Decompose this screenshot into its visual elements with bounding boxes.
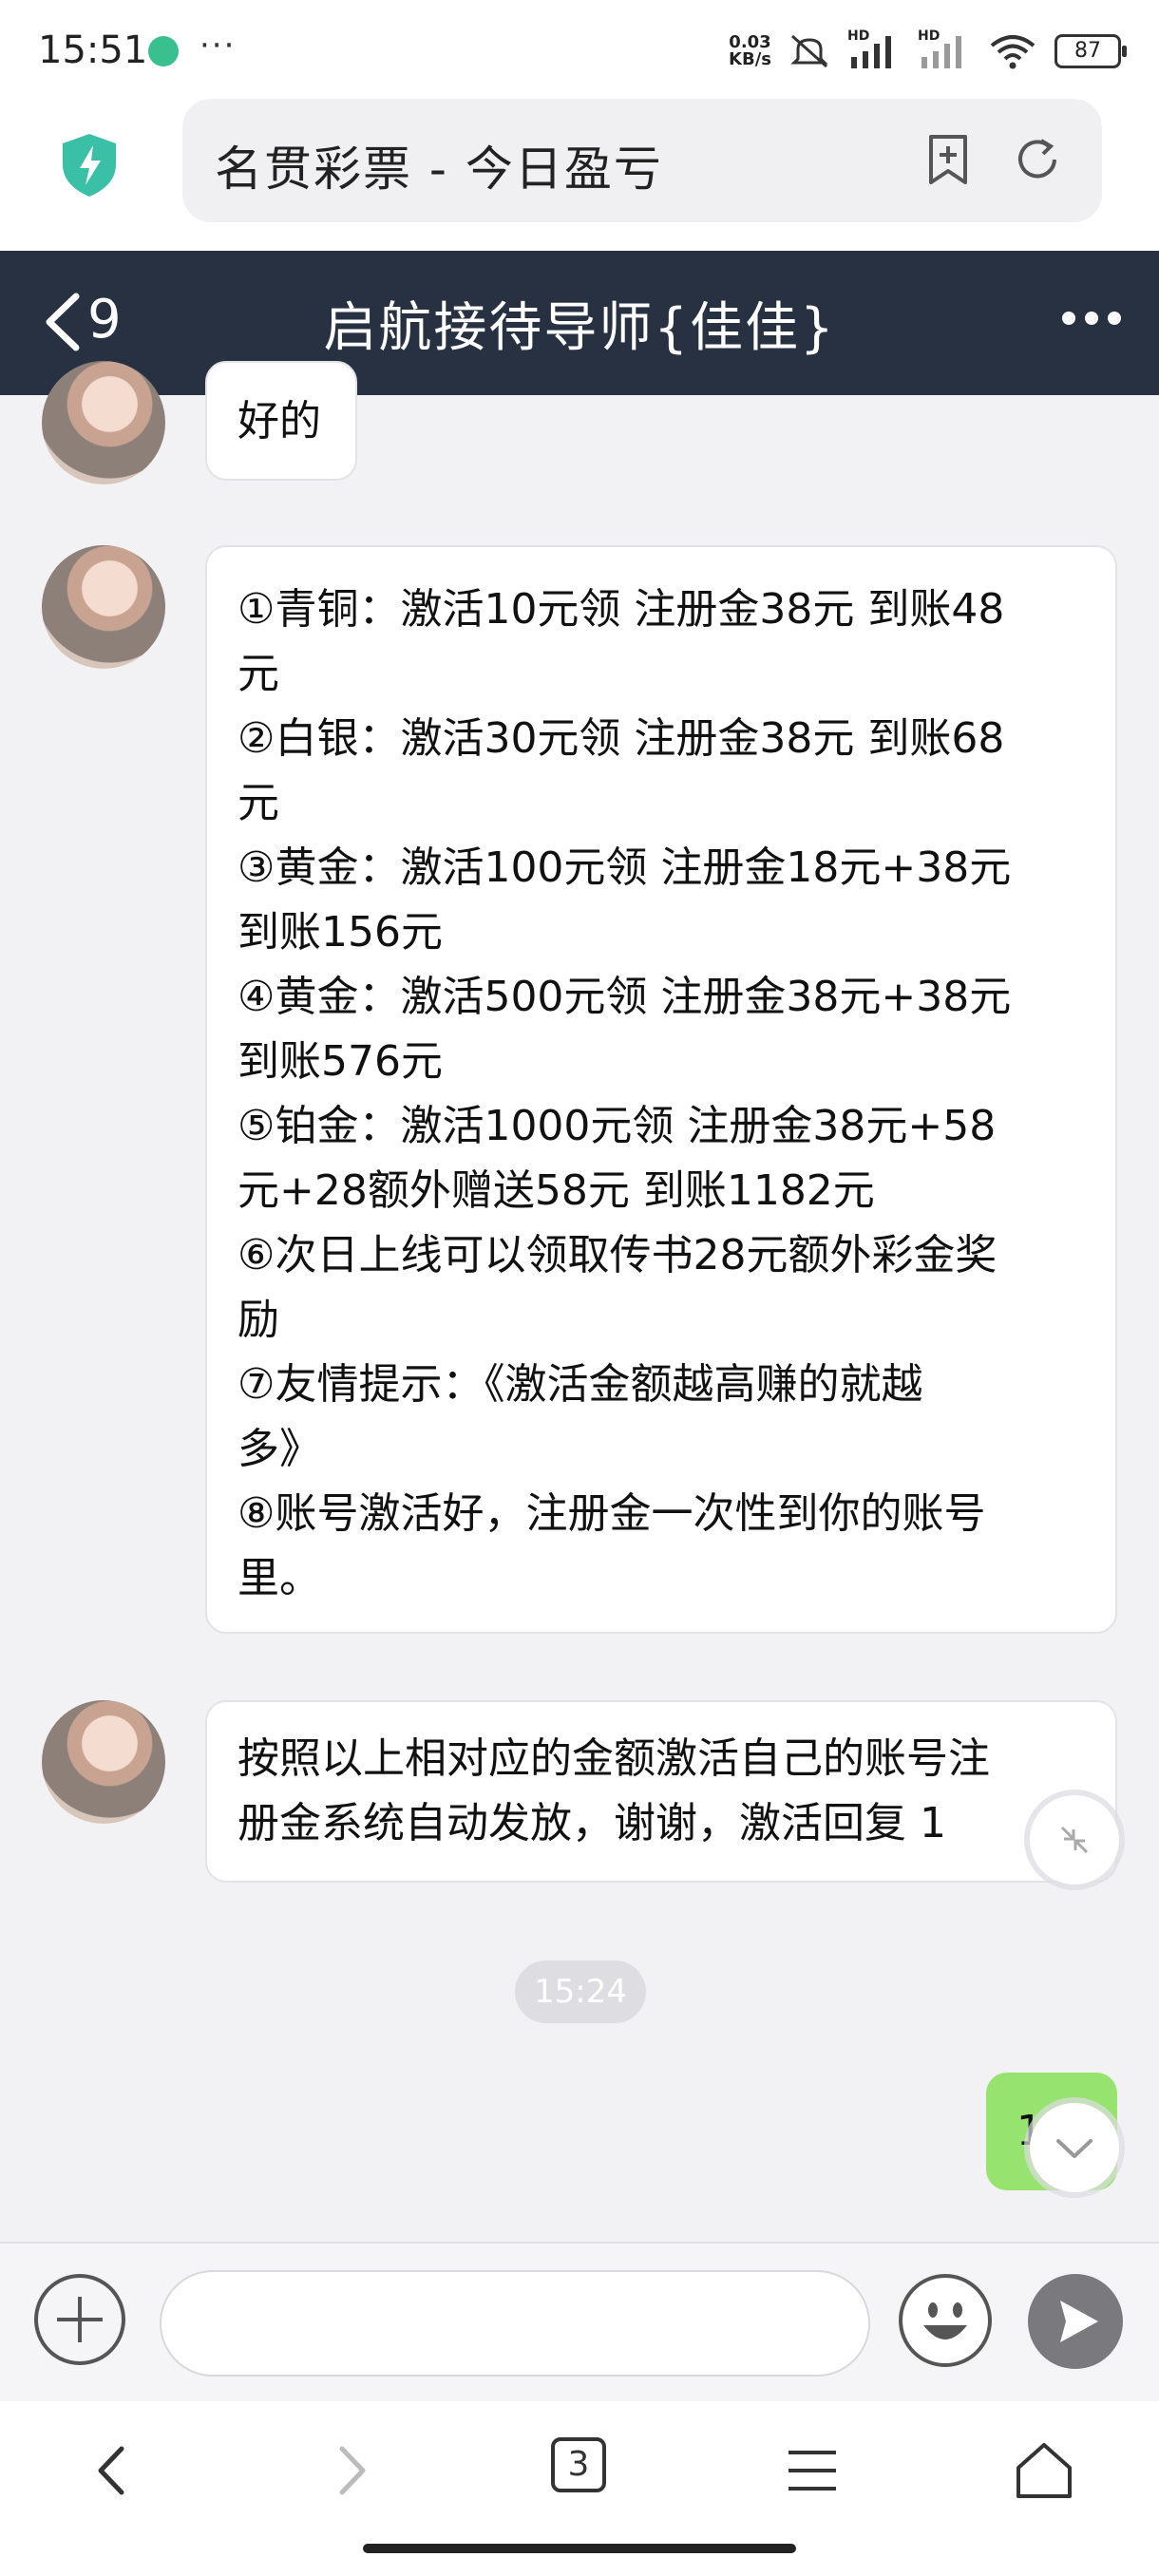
- url-field[interactable]: 名贯彩票 - 今日盈亏: [182, 99, 1102, 222]
- browser-nav-bar: 3: [0, 2401, 1159, 2576]
- menu-icon[interactable]: [779, 2437, 846, 2504]
- avatar[interactable]: [42, 545, 165, 669]
- signal-label-2: HD: [918, 28, 940, 44]
- more-notifications-icon: ···: [200, 27, 237, 65]
- message-line: ④黄金：激活500元领 注册金38元+38元: [238, 973, 1012, 1021]
- plus-circle-icon[interactable]: [34, 2274, 125, 2365]
- message-line: 按照以上相对应的金额激活自己的账号注: [238, 1734, 990, 1783]
- home-icon[interactable]: [1011, 2437, 1077, 2504]
- message-line: ③黄金：激活100元领 注册金18元+38元: [238, 843, 1012, 892]
- signal-strength-icon: HD: [847, 28, 901, 70]
- unread-count[interactable]: 9: [87, 289, 122, 350]
- bookmark-add-icon[interactable]: [922, 133, 975, 186]
- status-right: 0.03 KB/s HD HD 87: [729, 28, 1127, 74]
- forward-icon[interactable]: [317, 2437, 384, 2504]
- message-line: 多》: [238, 1425, 321, 1473]
- mute-icon: [790, 34, 828, 68]
- message-line: 册金系统自动发放，谢谢，激活回复 1: [238, 1799, 946, 1847]
- page-title: 名贯彩票 - 今日盈亏: [215, 142, 663, 197]
- status-time: 15:51: [38, 28, 148, 72]
- chat-input-bar: [0, 2242, 1159, 2403]
- message-line: ⑦友情提示：《激活金额越高赚的就越: [238, 1360, 923, 1409]
- avatar[interactable]: [42, 361, 165, 484]
- message-line: ⑧账号激活好，注册金一次性到你的账号: [238, 1489, 986, 1538]
- battery-icon: 87: [1054, 34, 1127, 68]
- collapse-arrows-icon: [1060, 1826, 1089, 1854]
- send-icon[interactable]: [1028, 2274, 1123, 2369]
- avatar[interactable]: [42, 1700, 165, 1824]
- tabs-icon[interactable]: 3: [551, 2437, 606, 2492]
- network-speed-unit: KB/s: [729, 49, 771, 69]
- message-text: 好的: [238, 397, 321, 445]
- message-line: 元+28额外赠送58元 到账1182元: [238, 1166, 875, 1215]
- message-line: 元: [238, 650, 279, 698]
- message-line: 到账576元: [238, 1037, 443, 1086]
- scroll-down-button[interactable]: [1030, 2103, 1119, 2192]
- message-line: ⑤铂金：激活1000元领 注册金38元+58: [238, 1102, 997, 1150]
- smiley-face: [923, 2302, 967, 2339]
- message-bubble: ①青铜：激活10元领 注册金38元 到账48 元 ②白银：激活30元领 注册金3…: [205, 545, 1117, 1634]
- message-bubble: 按照以上相对应的金额激活自己的账号注 册金系统自动发放，谢谢，激活回复 1: [205, 1700, 1117, 1883]
- message-line: ⑥次日上线可以领取传书28元额外彩金奖: [238, 1231, 998, 1279]
- back-chevron-icon[interactable]: [40, 291, 84, 353]
- chat-header: 启航接待导师{佳佳} 9: [0, 251, 1159, 395]
- message-input[interactable]: [160, 2270, 870, 2377]
- more-dots-icon[interactable]: [1062, 312, 1121, 325]
- message-line: ②白银：激活30元领 注册金38元 到账68: [238, 714, 1005, 763]
- emoji-icon[interactable]: [899, 2274, 992, 2367]
- signal-strength-2-icon: HD: [918, 28, 971, 70]
- message-line: 到账156元: [238, 908, 443, 957]
- message-line: 励: [238, 1296, 279, 1344]
- gesture-handle[interactable]: [363, 2544, 796, 2553]
- app-notification-icon: [148, 36, 179, 66]
- network-speed: 0.03 KB/s: [729, 34, 771, 68]
- wifi-icon: [990, 35, 1036, 69]
- status-bar: 15:51 ··· 0.03 KB/s HD HD 87: [0, 0, 1159, 99]
- message-line: 元: [238, 779, 279, 827]
- chevron-down-icon: [1056, 2139, 1092, 2158]
- back-icon[interactable]: [80, 2437, 146, 2504]
- message-line: ①青铜：激活10元领 注册金38元 到账48: [238, 585, 1005, 634]
- refresh-icon[interactable]: [1011, 133, 1064, 186]
- signal-label: HD: [847, 28, 870, 44]
- browser-address-bar: 名贯彩票 - 今日盈亏: [0, 99, 1159, 251]
- send-arrow: [1060, 2301, 1098, 2342]
- collapse-float-button[interactable]: [1030, 1795, 1119, 1885]
- message-bubble: 好的: [205, 361, 357, 481]
- shield-lightning-icon[interactable]: [59, 132, 120, 199]
- chat-title: 启航接待导师{佳佳}: [323, 297, 836, 359]
- message-line: 里。: [238, 1554, 321, 1602]
- message-timestamp: 15:24: [515, 1960, 646, 2023]
